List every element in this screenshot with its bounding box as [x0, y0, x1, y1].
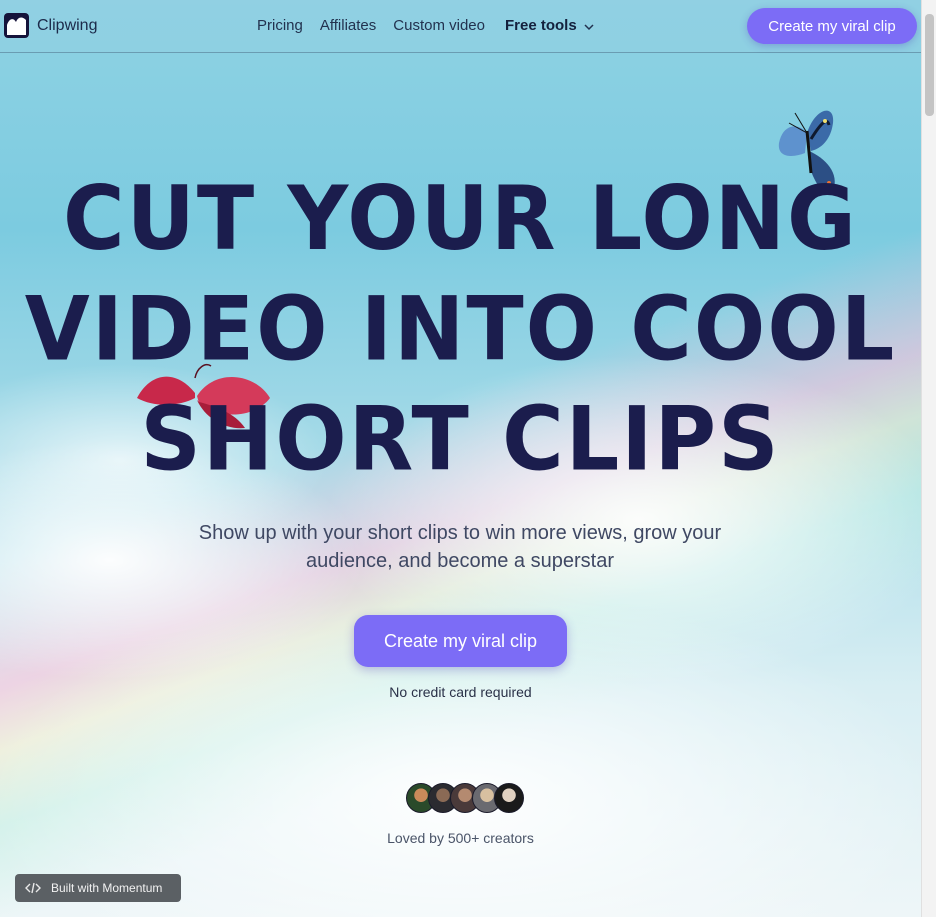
hero-create-clip-button[interactable]: Create my viral clip [354, 615, 567, 667]
page: Clipwing Pricing Affiliates Custom video… [0, 0, 921, 917]
headline-line-2: VIDEO INTO COOL [24, 277, 897, 381]
no-credit-card-note: No credit card required [389, 684, 532, 700]
nav-free-tools-dropdown[interactable]: Free tools [505, 17, 577, 34]
avatar [494, 783, 524, 813]
built-with-momentum-badge[interactable]: Built with Momentum [15, 874, 181, 902]
social-proof-text: Loved by 500+ creators [387, 830, 534, 846]
nav-link-custom-video[interactable]: Custom video [393, 17, 485, 34]
creator-avatars [406, 783, 524, 813]
hero-subtitle: Show up with your short clips to win mor… [198, 522, 722, 572]
nav-create-clip-button[interactable]: Create my viral clip [747, 8, 917, 44]
scrollbar-thumb[interactable] [925, 14, 934, 116]
nav-link-affiliates[interactable]: Affiliates [320, 17, 376, 34]
chevron-down-icon[interactable] [582, 20, 596, 34]
headline-line-1: CUT YOUR LONG [63, 167, 858, 271]
headline-line-3: SHORT CLIPS [140, 387, 781, 491]
brand-name: Clipwing [37, 16, 98, 34]
brand-logo[interactable]: Clipwing [4, 13, 97, 38]
navbar: Clipwing Pricing Affiliates Custom video… [0, 0, 921, 53]
nav-link-pricing[interactable]: Pricing [257, 17, 303, 34]
scrollbar[interactable] [921, 0, 936, 917]
logo-icon [4, 13, 29, 38]
nav-links: Pricing Affiliates Custom video Free too… [257, 17, 596, 34]
code-icon [25, 882, 41, 894]
hero-headline: CUT YOUR LONG VIDEO INTO COOL SHORT CLIP… [0, 164, 921, 495]
badge-label: Built with Momentum [51, 881, 163, 895]
